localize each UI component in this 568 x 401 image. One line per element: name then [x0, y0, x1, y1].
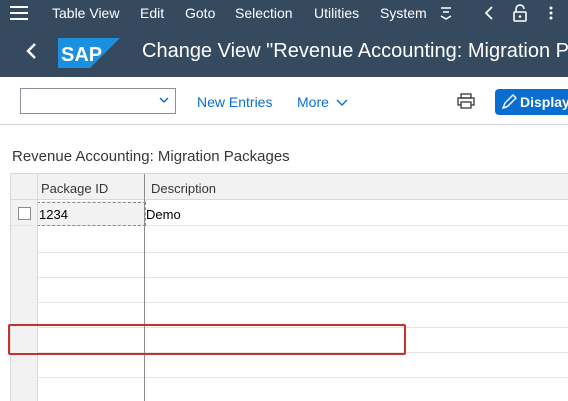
row-selector-column [11, 200, 38, 401]
menu-goto[interactable]: Goto [185, 5, 215, 21]
menu-table-view[interactable]: Table View [52, 5, 119, 21]
table-row[interactable]: 1234 Demo [11, 201, 568, 226]
section-title: Revenue Accounting: Migration Packages [12, 148, 290, 165]
menu-bar: Table View Edit Goto Selection Utilities… [0, 0, 568, 27]
chevron-down-icon [336, 99, 348, 106]
menu-edit[interactable]: Edit [140, 5, 164, 21]
display-button-label: Display [520, 94, 568, 110]
table-row-divider [38, 302, 568, 303]
column-header-package-id[interactable]: Package ID [41, 181, 108, 196]
more-button[interactable]: More [297, 94, 348, 110]
row-select-checkbox[interactable] [18, 207, 31, 220]
menu-icon[interactable] [10, 6, 28, 20]
toolbar: New Entries More Display [0, 77, 568, 125]
column-divider [37, 174, 38, 401]
chevron-down-icon[interactable] [159, 95, 169, 105]
lock-icon[interactable] [512, 4, 528, 25]
menu-system[interactable]: System [380, 5, 427, 21]
table-row-divider [38, 377, 568, 378]
table-header: Package ID Description [11, 174, 568, 200]
pen-icon [501, 94, 517, 110]
more-icon[interactable] [545, 4, 557, 25]
description-cell[interactable]: Demo [146, 207, 181, 222]
sap-logo: SAP [58, 38, 120, 68]
column-header-description[interactable]: Description [151, 181, 216, 196]
table-row-divider [38, 252, 568, 253]
row-highlight-box [8, 324, 406, 355]
print-icon[interactable] [457, 93, 475, 109]
main-content: Revenue Accounting: Migration Packages P… [0, 126, 568, 401]
display-button[interactable]: Display [495, 89, 568, 115]
column-divider [144, 174, 145, 401]
more-button-label: More [297, 94, 329, 110]
title-bar: SAP Change View "Revenue Accounting: Mig… [0, 27, 568, 77]
back-icon[interactable] [22, 39, 42, 63]
page-title: Change View "Revenue Accounting: Migrati… [142, 40, 568, 62]
menu-selection[interactable]: Selection [235, 5, 293, 21]
more-menu-icon[interactable] [440, 6, 452, 23]
description-cell-bg [144, 201, 568, 225]
new-entries-button[interactable]: New Entries [197, 94, 272, 110]
sap-logo-text: SAP [61, 44, 102, 66]
command-field[interactable] [20, 88, 176, 114]
menu-utilities[interactable]: Utilities [314, 5, 359, 21]
package-id-cell: 1234 [39, 207, 68, 222]
packages-table: Package ID Description 1234 Demo [10, 173, 568, 401]
back-arrow-icon[interactable] [484, 6, 494, 23]
table-row-divider [38, 277, 568, 278]
